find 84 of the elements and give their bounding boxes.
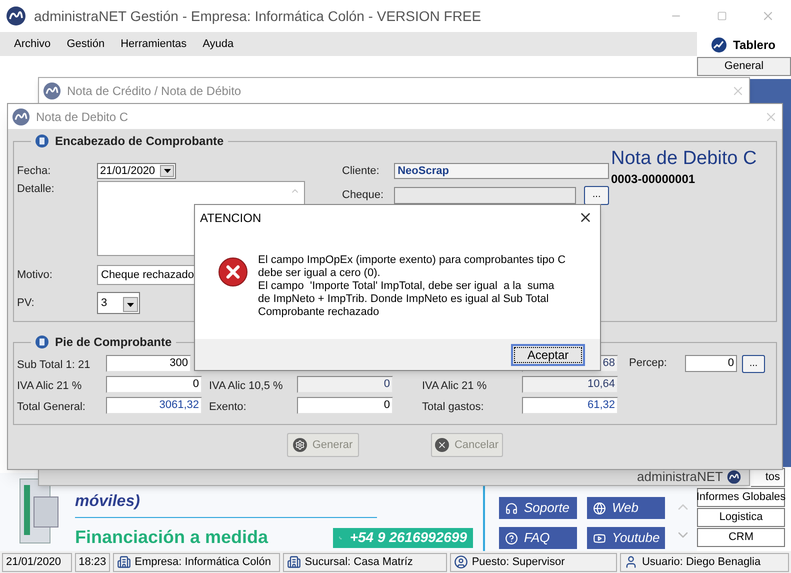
- status-cell: 18:23: [74, 552, 110, 572]
- gear-icon: [293, 438, 308, 452]
- caret-icon: [164, 169, 170, 173]
- promo-subheading: Financiación a medida: [75, 526, 268, 549]
- promo-heading: móviles): [75, 493, 141, 511]
- window-title: Nota de Debito C: [36, 108, 128, 126]
- menu-item[interactable]: Archivo: [14, 36, 51, 52]
- window-title: administraNET Gestión - Empresa: Informática Colón - VERSION FREE: [34, 6, 482, 26]
- person-icon: [454, 555, 468, 569]
- status-cell: Sucursal: Casa Matríz: [282, 552, 447, 572]
- side-button[interactable]: Informes Globales: [697, 488, 785, 507]
- document-title: Nota de Debito C: [611, 148, 757, 170]
- group-title: Encabezado de Comprobante: [55, 133, 224, 150]
- app-logo-icon: [43, 82, 61, 100]
- document-number: 0003-00000001: [611, 171, 696, 188]
- status-cell: 21/01/2020: [2, 552, 72, 572]
- menu-item[interactable]: Gestión: [66, 36, 105, 52]
- play-icon: [593, 532, 606, 544]
- maximize-icon[interactable]: [717, 11, 727, 21]
- error-icon: [218, 257, 248, 287]
- app-logo-icon: [12, 108, 30, 126]
- client-field[interactable]: NeoScrap: [394, 163, 609, 179]
- brand-name: administraNET: [637, 470, 723, 484]
- number-field[interactable]: 300: [106, 355, 191, 372]
- field-label: IVA Alic 21 %: [422, 380, 487, 392]
- chart-icon: [711, 36, 727, 52]
- field-label: IVA Alic 10,5 %: [209, 380, 283, 392]
- number-field[interactable]: 61,32: [522, 397, 618, 414]
- side-button[interactable]: CRM: [697, 528, 785, 547]
- number-field[interactable]: 0: [106, 376, 202, 393]
- app-logo-icon: [727, 470, 741, 484]
- menu-item[interactable]: Ayuda: [202, 36, 234, 52]
- globe-icon: [593, 502, 606, 514]
- accept-button[interactable]: Aceptar: [511, 344, 585, 366]
- status-cell: Puesto: Supervisor: [450, 552, 617, 572]
- tab[interactable]: General: [697, 57, 791, 76]
- field-label: Sub Total 1: 21: [17, 358, 90, 370]
- person-icon: [624, 555, 638, 569]
- field-label: PV:: [17, 296, 36, 311]
- field-label: Fecha:: [17, 164, 52, 179]
- close-icon: [435, 438, 450, 452]
- number-field[interactable]: 10,64: [522, 376, 618, 393]
- help-icon: [505, 532, 518, 544]
- window-title: Nota de Crédito / Nota de Débito: [67, 82, 242, 100]
- field-label: Total gastos:: [422, 400, 484, 412]
- building-icon: [286, 555, 301, 569]
- field-label: Cheque:: [342, 188, 385, 203]
- phone-number: +54 9 2616992699: [350, 528, 467, 547]
- status-cell: Empresa: Informática Colón: [112, 552, 280, 572]
- caret-icon: [127, 302, 134, 306]
- field-label: Cliente:: [342, 164, 380, 179]
- field-label: Percep:: [629, 356, 668, 372]
- field-label: Motivo:: [17, 268, 54, 283]
- browse-button[interactable]: ...: [742, 354, 765, 372]
- browse-button[interactable]: ...: [584, 186, 609, 204]
- app-logo-icon: [6, 6, 26, 26]
- reason-field[interactable]: Cheque rechazado: [97, 265, 197, 285]
- menu-item[interactable]: Herramientas: [120, 36, 187, 52]
- field-label: IVA Alic 21 %: [17, 380, 82, 392]
- link-button[interactable]: Web: [587, 497, 665, 519]
- panel-title: Tablero: [733, 36, 776, 54]
- document-icon: [35, 134, 49, 148]
- link-button[interactable]: Youtube: [587, 527, 665, 549]
- headset-icon: [505, 502, 518, 514]
- number-field[interactable]: 0: [297, 376, 393, 393]
- document-icon: [35, 335, 49, 349]
- dialog-title: ATENCION: [200, 210, 262, 226]
- cheque-field[interactable]: [394, 186, 576, 204]
- link-button[interactable]: Soporte: [499, 497, 577, 519]
- building-icon: [116, 555, 131, 569]
- field-label: Exento:: [209, 400, 246, 412]
- field-label: Detalle:: [17, 182, 56, 197]
- number-field[interactable]: 0: [685, 355, 737, 372]
- link-button[interactable]: FAQ: [499, 527, 577, 549]
- group-title: Pie de Comprobante: [55, 334, 172, 351]
- error-message: El campo ImpOpEx (importe exento) para comprobantes tipo C debe ser igual a cero (0). El campo 'Importe Total' ImpTotal, debe ser igual a la suma de ImpNeto + ImpTrib. Donde ImpNeto es igual al Sub Total Comprobante rechazado: [258, 254, 566, 319]
- date-dropdown[interactable]: 21/01/2020: [97, 163, 176, 179]
- number-field[interactable]: 3061,32: [106, 397, 202, 414]
- pv-dropdown[interactable]: 3: [97, 292, 140, 314]
- side-button[interactable]: Logistica: [697, 508, 785, 527]
- side-button[interactable]: tos: [751, 468, 785, 487]
- status-cell: Usuario: Diego Benaglia: [620, 552, 790, 572]
- field-label: Total General:: [17, 400, 86, 412]
- number-field[interactable]: 0: [297, 397, 393, 414]
